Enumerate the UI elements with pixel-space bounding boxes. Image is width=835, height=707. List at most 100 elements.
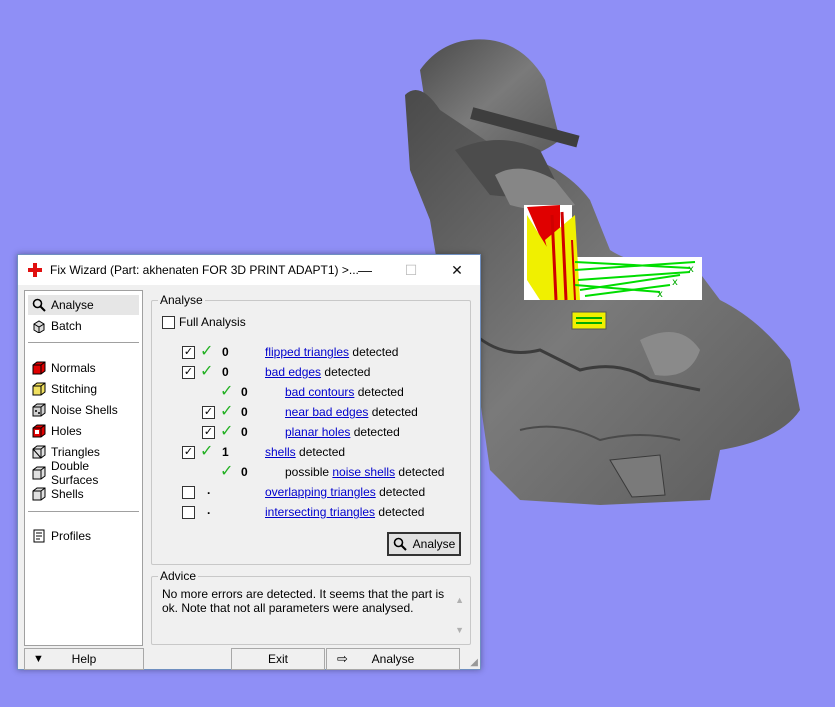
run-analyse-label: Analyse [371, 652, 415, 666]
nav-label: Analyse [51, 298, 94, 312]
detected-label: detected [324, 365, 371, 379]
shells-row-label: shells detected [265, 445, 345, 459]
scroll-down-icon[interactable]: ▼ [455, 625, 464, 635]
bad-contours-count: 0 [241, 385, 248, 399]
nav-item-double-surfaces[interactable]: Double Surfaces [28, 459, 139, 487]
nav-item-shells[interactable]: Shells [28, 484, 139, 504]
triangles-icon [32, 445, 46, 459]
ok-check-icon: ✓ [200, 443, 214, 460]
ok-check-icon: ✓ [220, 423, 234, 440]
maximize-button[interactable]: ☐ [388, 255, 434, 285]
near-bad-edges-row-label: near bad edges detected [285, 405, 418, 419]
nav-divider [28, 342, 139, 344]
nav-label: Stitching [51, 382, 98, 396]
help-button[interactable]: ▼ Help [24, 648, 144, 670]
nav-item-holes[interactable]: Holes [28, 421, 139, 441]
holes-icon [32, 424, 46, 438]
bad-edges-checkbox[interactable]: ✓ [182, 366, 195, 379]
nav-divider [28, 511, 139, 513]
nav-label: Noise Shells [51, 403, 118, 417]
overlapping-triangles-checkbox[interactable] [182, 486, 195, 499]
window-title: Fix Wizard (Part: akhenaten FOR 3D PRINT… [50, 263, 359, 277]
bad-edges-row-label: bad edges detected [265, 365, 370, 379]
svg-text:x: x [672, 277, 678, 288]
svg-text:x: x [657, 289, 663, 300]
nav-item-noise-shells[interactable]: Noise Shells [28, 400, 139, 420]
nav-label: Triangles [51, 445, 100, 459]
shells-icon [32, 487, 46, 501]
svg-text:x: x [688, 264, 694, 275]
analyse-group: Analyse Full Analysis ✓ ✓ 0 flipped tria… [151, 293, 471, 565]
nav-item-stitching[interactable]: Stitching [28, 379, 139, 399]
ok-check-icon: ✓ [200, 343, 214, 360]
resize-grip-icon[interactable]: ◢ [470, 657, 478, 668]
overlapping-count: . [207, 483, 211, 497]
overlapping-triangles-link[interactable]: overlapping triangles [265, 485, 376, 499]
noise-shells-count: 0 [241, 465, 248, 479]
noise-shells-row-label: possible noise shells detected [285, 465, 444, 479]
planar-holes-checkbox[interactable]: ✓ [202, 426, 215, 439]
advice-group: Advice No more errors are detected. It s… [151, 569, 471, 645]
shells-count: 1 [222, 445, 229, 459]
exit-button-label: Exit [267, 652, 288, 666]
intersecting-triangles-checkbox[interactable] [182, 506, 195, 519]
nav-item-batch[interactable]: Batch [28, 316, 139, 336]
nav-label: Normals [51, 361, 96, 375]
noise-shells-icon [32, 403, 46, 417]
minimize-button[interactable]: — [342, 255, 388, 285]
nav-label: Double Surfaces [51, 459, 99, 487]
nav-item-analyse[interactable]: Analyse [28, 295, 139, 315]
planar-holes-count: 0 [241, 425, 248, 439]
red-cross-icon [28, 263, 42, 277]
bad-contours-row-label: bad contours detected [285, 385, 404, 399]
near-bad-edges-count: 0 [241, 405, 248, 419]
detected-label: detected [371, 405, 418, 419]
detected-label: detected [299, 445, 346, 459]
flipped-triangles-link[interactable]: flipped triangles [265, 345, 349, 359]
shells-checkbox[interactable]: ✓ [182, 446, 195, 459]
batch-icon [33, 320, 45, 333]
detected-label: detected [379, 485, 426, 499]
arrow-right-icon: ⇨ [337, 651, 348, 666]
normals-icon [32, 361, 46, 375]
intersecting-triangles-link[interactable]: intersecting triangles [265, 505, 375, 519]
run-analyse-button[interactable]: ⇨ Analyse [326, 648, 460, 670]
nav-label: Shells [51, 487, 84, 501]
analyse-button-label: Analyse [412, 537, 456, 551]
planar-holes-link[interactable]: planar holes [285, 425, 350, 439]
bad-contours-link[interactable]: bad contours [285, 385, 354, 399]
advice-text: No more errors are detected. It seems th… [162, 587, 445, 615]
detected-label: detected [353, 425, 400, 439]
nav-item-normals[interactable]: Normals [28, 358, 139, 378]
fix-wizard-window: Fix Wizard (Part: akhenaten FOR 3D PRINT… [17, 254, 481, 670]
noise-shells-link[interactable]: noise shells [332, 465, 395, 479]
shells-link[interactable]: shells [265, 445, 296, 459]
intersecting-row-label: intersecting triangles detected [265, 505, 424, 519]
nav-label: Holes [51, 424, 82, 438]
flipped-triangles-checkbox[interactable]: ✓ [182, 346, 195, 359]
double-surfaces-icon [32, 466, 46, 480]
full-analysis-checkbox[interactable] [162, 316, 175, 329]
title-bar[interactable]: Fix Wizard (Part: akhenaten FOR 3D PRINT… [18, 255, 480, 285]
analyse-button[interactable]: Analyse [387, 532, 461, 556]
bad-edges-count: 0 [222, 365, 229, 379]
profiles-icon [33, 529, 45, 543]
exit-button[interactable]: Exit [231, 648, 325, 670]
nav-label: Profiles [51, 529, 92, 543]
stitching-icon [32, 382, 46, 396]
magnifier-icon [393, 537, 407, 551]
bad-edges-link[interactable]: bad edges [265, 365, 321, 379]
flipped-count: 0 [222, 345, 229, 359]
near-bad-edges-link[interactable]: near bad edges [285, 405, 368, 419]
nav-label: Batch [51, 319, 82, 333]
detected-label: detected [398, 465, 445, 479]
nav-item-profiles[interactable]: Profiles [28, 526, 139, 546]
scroll-up-icon[interactable]: ▲ [455, 595, 464, 605]
detected-label: detected [378, 505, 425, 519]
ok-check-icon: ✓ [220, 463, 234, 480]
close-button[interactable]: ✕ [434, 255, 480, 285]
near-bad-edges-checkbox[interactable]: ✓ [202, 406, 215, 419]
ok-check-icon: ✓ [200, 363, 214, 380]
intersecting-count: . [207, 503, 211, 517]
planar-holes-row-label: planar holes detected [285, 425, 400, 439]
